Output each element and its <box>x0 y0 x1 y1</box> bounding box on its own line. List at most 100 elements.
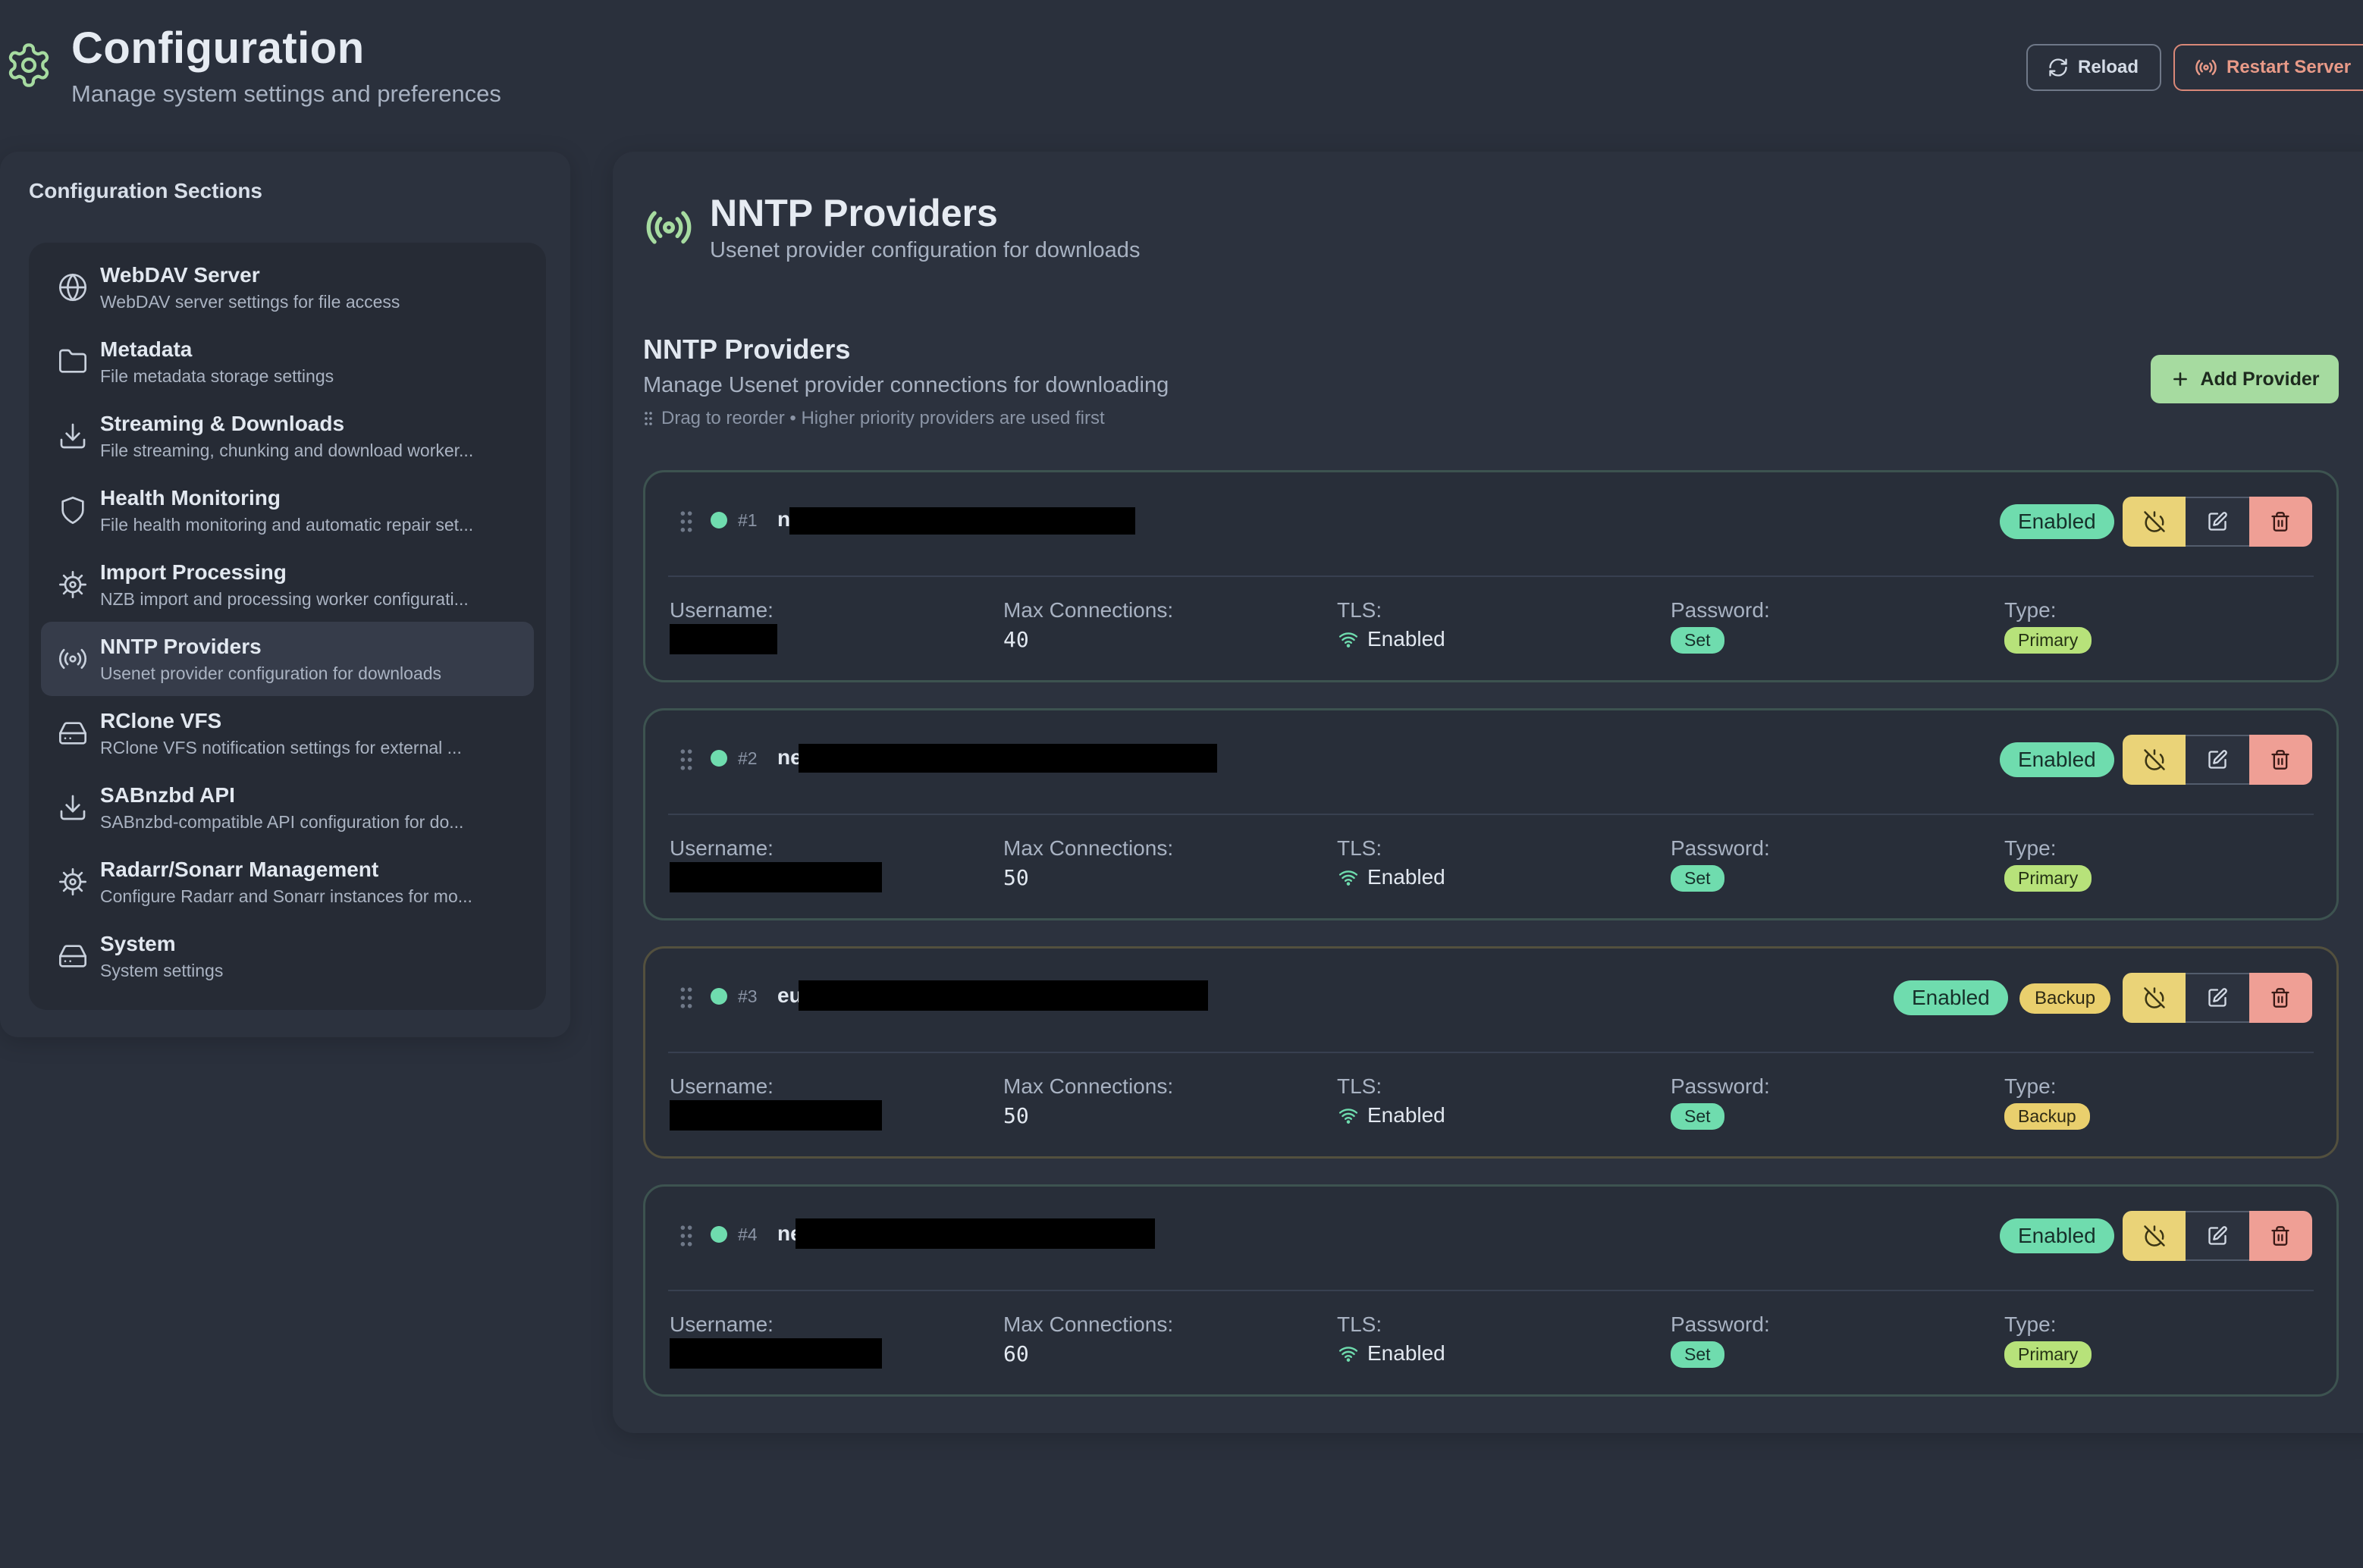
edit-button[interactable] <box>2186 1211 2249 1261</box>
disable-button[interactable] <box>2123 497 2186 547</box>
type-label: Type: <box>2004 598 2057 622</box>
provider-actions <box>2123 1211 2312 1261</box>
field-password: Password: Set <box>1671 1312 1770 1368</box>
sidebar-item-sabnzbd[interactable]: SABnzbd API SABnzbd-compatible API config… <box>41 770 534 845</box>
sidebar-item-metadata[interactable]: Metadata File metadata storage settings <box>41 325 534 399</box>
provider-card[interactable]: #1 n Enabled Username: Max Connections: … <box>643 470 2339 682</box>
max-connections-value: 40 <box>1003 627 1029 652</box>
sidebar-nav: WebDAV Server WebDAV server settings for … <box>29 243 546 1010</box>
redacted-block <box>799 744 1217 773</box>
wifi-icon <box>1338 1347 1358 1362</box>
sidebar-item-rclone[interactable]: RClone VFS RClone VFS notification settin… <box>41 696 534 770</box>
password-badge: Set <box>1671 627 1724 654</box>
sidebar-item-label: NNTP Providers <box>100 634 262 658</box>
sidebar-item-label: RClone VFS <box>100 708 222 732</box>
edit-icon <box>2208 750 2227 769</box>
type-badge: Primary <box>2004 1341 2092 1368</box>
providers-subheading: Manage Usenet provider connections for d… <box>643 373 1169 397</box>
username-label: Username: <box>670 598 774 622</box>
redacted-username <box>670 624 777 654</box>
provider-card[interactable]: #4 ne Enabled Username: Max Connections:… <box>643 1184 2339 1397</box>
field-username: Username: <box>670 1074 774 1099</box>
username-label: Username: <box>670 1074 774 1098</box>
status-dot <box>711 512 727 528</box>
wifi-icon <box>1338 870 1358 886</box>
provider-name: n <box>777 507 791 531</box>
drag-handle-icon[interactable] <box>677 985 695 1011</box>
sidebar-item-webdav[interactable]: WebDAV Server WebDAV server settings for … <box>41 250 534 325</box>
disable-button[interactable] <box>2123 1211 2186 1261</box>
status-dot <box>711 1226 727 1243</box>
edit-icon <box>2208 988 2227 1007</box>
field-username: Username: <box>670 1312 774 1337</box>
password-label: Password: <box>1671 1312 1770 1336</box>
status-dot <box>711 750 727 767</box>
trash-icon <box>2271 1226 2289 1246</box>
wifi-icon <box>1338 1109 1358 1124</box>
sidebar-item-label: Metadata <box>100 337 193 361</box>
cog-icon <box>59 868 86 895</box>
card-divider <box>668 575 2314 577</box>
sidebar-item-label: Streaming & Downloads <box>100 411 345 435</box>
sidebar-item-streaming[interactable]: Streaming & Downloads File streaming, chu… <box>41 399 534 473</box>
max-connections-label: Max Connections: <box>1003 598 1174 622</box>
provider-actions <box>2123 497 2312 547</box>
edit-icon <box>2208 1226 2227 1245</box>
wifi-icon <box>1338 632 1358 648</box>
add-provider-button[interactable]: Add Provider <box>2151 355 2339 403</box>
cog-icon <box>59 571 86 598</box>
section-page-title: NNTP Providers <box>710 192 998 234</box>
provider-card[interactable]: #3 eu Enabled Backup Username: Max Conne… <box>643 946 2339 1159</box>
reload-button[interactable]: Reload <box>2026 44 2161 91</box>
field-password: Password: Set <box>1671 836 1770 892</box>
edit-button[interactable] <box>2186 973 2249 1023</box>
page-title: Configuration <box>71 24 365 73</box>
sidebar-item-arr[interactable]: Radarr/Sonarr Management Configure Radarr… <box>41 845 534 919</box>
delete-button[interactable] <box>2248 735 2312 785</box>
redacted-block <box>799 980 1208 1011</box>
edit-button[interactable] <box>2186 497 2249 547</box>
sidebar-item-desc: WebDAV server settings for file access <box>100 291 400 312</box>
sidebar-item-nntp[interactable]: NNTP Providers Usenet provider configurat… <box>41 622 534 696</box>
delete-button[interactable] <box>2248 1211 2312 1261</box>
provider-card[interactable]: #2 ne Enabled Username: Max Connections:… <box>643 708 2339 920</box>
edit-button[interactable] <box>2186 735 2249 785</box>
redacted-username <box>670 1100 882 1131</box>
card-divider <box>668 1290 2314 1291</box>
reload-label: Reload <box>2078 57 2139 77</box>
redacted-username <box>670 1338 882 1369</box>
password-label: Password: <box>1671 598 1770 622</box>
username-label: Username: <box>670 1312 774 1336</box>
power-off-icon <box>2143 987 2165 1008</box>
field-max-connections: Max Connections: 50 <box>1003 1074 1173 1128</box>
drag-handle-icon[interactable] <box>677 747 695 773</box>
drag-handle-icon[interactable] <box>677 1223 695 1249</box>
globe-icon <box>59 274 86 301</box>
type-label: Type: <box>2004 1312 2057 1336</box>
sidebar-item-health[interactable]: Health Monitoring File health monitoring … <box>41 473 534 547</box>
sidebar-item-desc: Usenet provider configuration for downlo… <box>100 663 442 683</box>
sidebar-item-system[interactable]: System System settings <box>41 919 534 993</box>
drag-handle-icon[interactable] <box>677 509 695 535</box>
delete-button[interactable] <box>2248 973 2312 1023</box>
trash-icon <box>2271 988 2289 1008</box>
status-badge: Enabled <box>2000 742 2114 777</box>
disable-button[interactable] <box>2123 735 2186 785</box>
max-connections-value: 50 <box>1003 865 1029 890</box>
disable-button[interactable] <box>2123 973 2186 1023</box>
card-divider <box>668 1052 2314 1053</box>
status-badge: Enabled <box>2000 504 2114 539</box>
field-password: Password: Set <box>1671 1074 1770 1130</box>
redacted-block <box>789 507 1135 535</box>
sidebar-item-import[interactable]: Import Processing NZB import and processi… <box>41 547 534 622</box>
field-type: Type: Primary <box>2004 1312 2092 1368</box>
max-connections-label: Max Connections: <box>1003 1312 1174 1336</box>
providers-heading: NNTP Providers <box>643 334 851 365</box>
delete-button[interactable] <box>2248 497 2312 547</box>
field-type: Type: Backup <box>2004 1074 2090 1130</box>
restart-server-button[interactable]: Restart Server <box>2173 44 2363 91</box>
gear-icon <box>8 43 49 87</box>
plus-icon <box>2173 372 2187 386</box>
section-page-subtitle: Usenet provider configuration for downlo… <box>710 238 1141 262</box>
shield-icon <box>61 497 84 524</box>
